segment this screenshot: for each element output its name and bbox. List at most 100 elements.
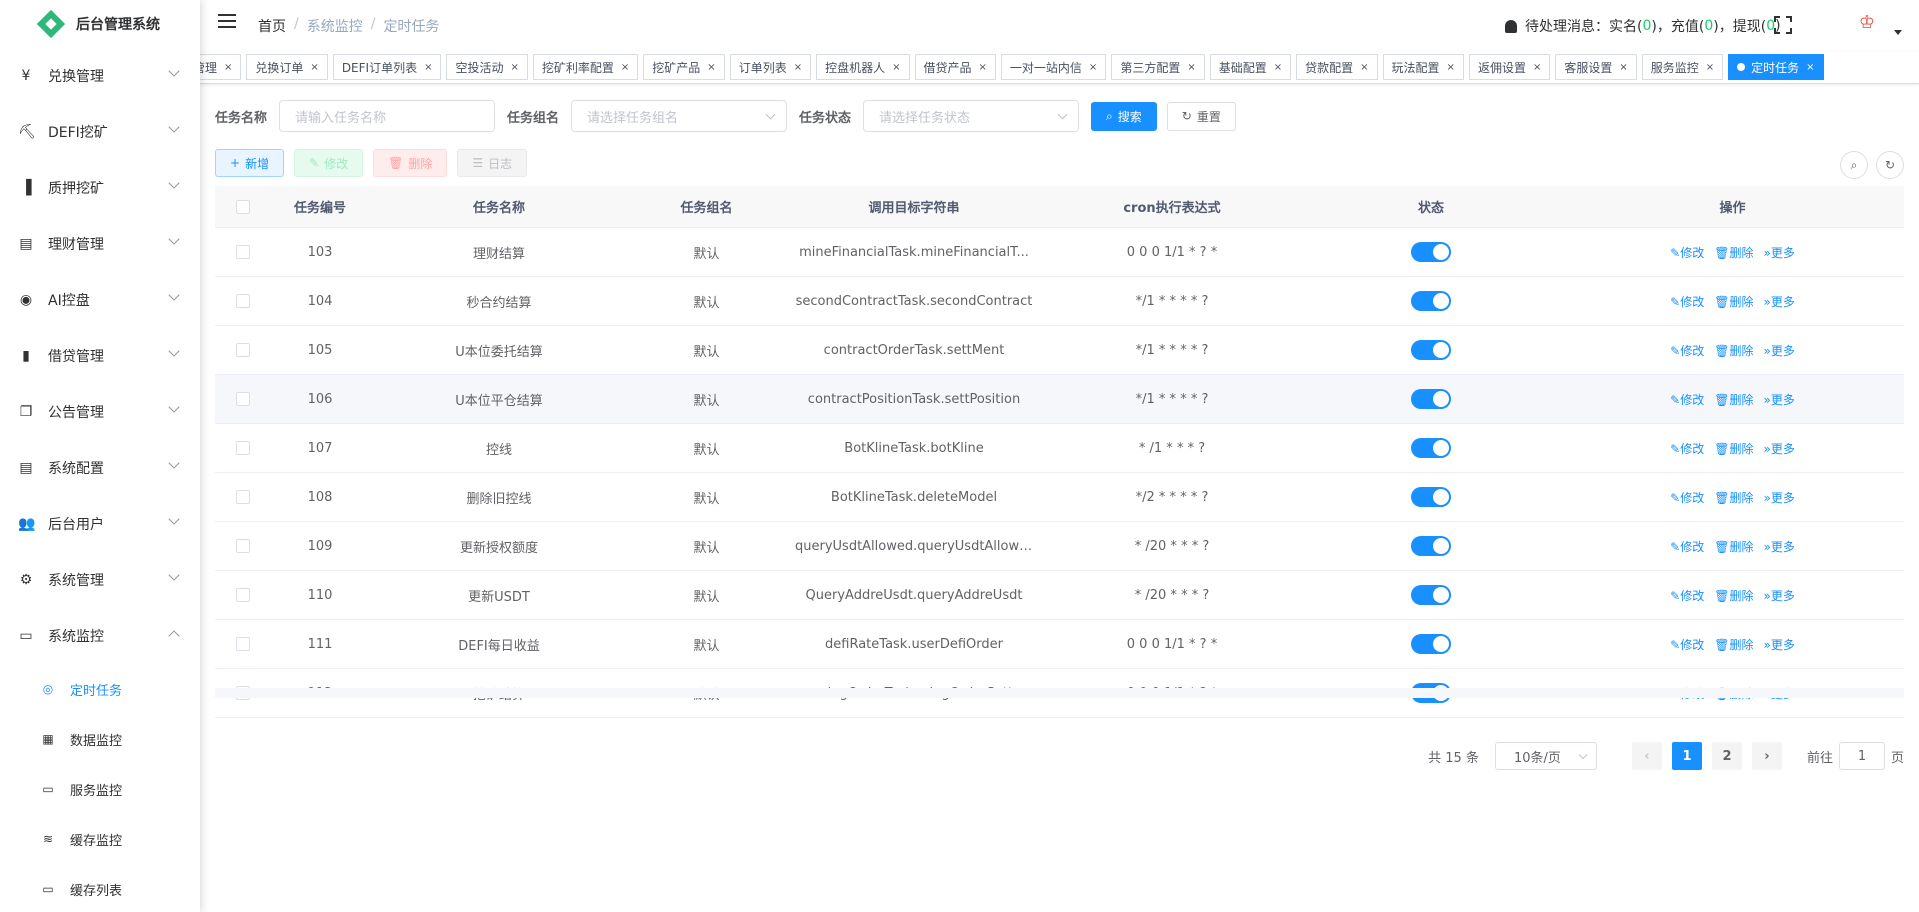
row-checkbox[interactable]	[215, 294, 270, 308]
row-edit-button[interactable]: ✎修改	[1670, 440, 1704, 457]
close-icon[interactable]: ×	[794, 62, 802, 73]
row-delete-button[interactable]: 🗑删除	[1714, 440, 1753, 457]
toggle-search-icon[interactable]: ⌕	[1840, 151, 1868, 179]
row-delete-button[interactable]: 🗑删除	[1714, 293, 1753, 310]
sidebar-subitem[interactable]: ≋ 缓存监控	[0, 814, 200, 864]
realname-count[interactable]: 0	[1642, 18, 1651, 34]
tag-view-item[interactable]: 一对一站内信 ×	[1000, 54, 1107, 80]
log-button[interactable]: ☰ 日志	[457, 149, 528, 177]
status-switch[interactable]	[1411, 242, 1451, 262]
sidebar-item[interactable]: ▐ 质押挖矿	[0, 160, 200, 216]
close-icon[interactable]: ×	[224, 62, 232, 73]
close-icon[interactable]: ×	[424, 62, 432, 73]
sidebar-item[interactable]: ◉ AI控盘	[0, 272, 200, 328]
row-edit-button[interactable]: ✎修改	[1670, 342, 1704, 359]
task-name-input[interactable]: 请输入任务名称	[279, 100, 496, 132]
sidebar-item[interactable]: ⚙ 系统管理	[0, 552, 200, 608]
status-switch[interactable]	[1411, 487, 1451, 507]
row-checkbox[interactable]	[215, 637, 270, 651]
tag-view-item[interactable]: 兑换订单 ×	[246, 54, 328, 80]
row-checkbox[interactable]	[215, 588, 270, 602]
reset-button[interactable]: ↻ 重置	[1166, 101, 1236, 131]
tag-view-item[interactable]: 基础配置 ×	[1209, 54, 1292, 80]
row-edit-button[interactable]: ✎修改	[1670, 391, 1704, 408]
row-checkbox[interactable]	[215, 343, 270, 357]
breadcrumb-home[interactable]: 首页	[258, 16, 286, 36]
page-2-button[interactable]: 2	[1711, 742, 1742, 770]
next-page-button[interactable]: ›	[1751, 742, 1782, 770]
status-switch[interactable]	[1411, 389, 1451, 409]
tag-view-item[interactable]: 订单列表 ×	[729, 54, 812, 80]
close-icon[interactable]: ×	[707, 62, 715, 73]
sidebar-subitem[interactable]: ▭ 缓存列表	[0, 864, 200, 912]
row-more-button[interactable]: »更多	[1763, 489, 1794, 506]
close-icon[interactable]: ×	[1447, 62, 1455, 73]
row-more-button[interactable]: »更多	[1763, 440, 1794, 457]
close-icon[interactable]: ×	[621, 62, 629, 73]
row-edit-button[interactable]: ✎修改	[1670, 538, 1704, 555]
close-icon[interactable]: ×	[310, 62, 318, 73]
row-edit-button[interactable]: ✎修改	[1670, 636, 1704, 653]
status-switch[interactable]	[1411, 585, 1451, 605]
sidebar-item[interactable]: ▤ 系统配置	[0, 440, 200, 496]
row-delete-button[interactable]: 🗑删除	[1714, 538, 1753, 555]
sidebar-subitem[interactable]: ▭ 服务监控	[0, 764, 200, 814]
row-delete-button[interactable]: 🗑删除	[1714, 587, 1753, 604]
status-switch[interactable]	[1411, 536, 1451, 556]
tag-view-item[interactable]: 控盘机器人 ×	[816, 54, 910, 80]
tag-view-item[interactable]: 返佣设置 ×	[1468, 54, 1551, 80]
close-icon[interactable]: ×	[1706, 62, 1714, 73]
tag-view-item[interactable]: 客服设置 ×	[1555, 54, 1637, 80]
tag-view-item[interactable]: DEFI订单列表 ×	[332, 54, 442, 80]
tag-view-item[interactable]: 定时任务 ×	[1728, 54, 1824, 80]
row-more-button[interactable]: »更多	[1763, 636, 1794, 653]
sidebar-item[interactable]: ¥ 兑换管理	[0, 48, 200, 104]
avatar[interactable]: ♔	[1854, 12, 1880, 38]
sidebar-subitem[interactable]: ◎ 定时任务	[0, 664, 200, 714]
prev-page-button[interactable]: ‹	[1631, 742, 1662, 770]
status-switch[interactable]	[1411, 438, 1451, 458]
row-more-button[interactable]: »更多	[1763, 244, 1794, 261]
close-icon[interactable]: ×	[1360, 62, 1368, 73]
row-delete-button[interactable]: 🗑删除	[1714, 244, 1753, 261]
row-edit-button[interactable]: ✎修改	[1670, 587, 1704, 604]
tag-view-item[interactable]: 借贷产品 ×	[914, 54, 996, 80]
row-checkbox[interactable]	[215, 441, 270, 455]
sidebar-item[interactable]: ▮ 借贷管理	[0, 328, 200, 384]
add-button[interactable]: + 新增	[215, 149, 285, 177]
tag-view-item[interactable]: 贷款配置 ×	[1296, 54, 1378, 80]
refresh-icon[interactable]: ↻	[1876, 151, 1904, 179]
edit-button[interactable]: ✎ 修改	[294, 149, 364, 177]
row-more-button[interactable]: »更多	[1763, 293, 1794, 310]
row-checkbox[interactable]	[215, 245, 270, 259]
tag-view-item[interactable]: 管理 ×	[200, 54, 242, 80]
hamburger-icon[interactable]	[218, 14, 236, 30]
page-size-select[interactable]: 10条/页	[1494, 742, 1597, 770]
fullscreen-icon[interactable]	[1774, 16, 1792, 34]
sidebar-item[interactable]: ▭ 系统监控	[0, 608, 200, 664]
row-delete-button[interactable]: 🗑删除	[1714, 342, 1753, 359]
row-checkbox[interactable]	[215, 490, 270, 504]
sidebar-item[interactable]: ▤ 理财管理	[0, 216, 200, 272]
sidebar-item[interactable]: 👥 后台用户	[0, 496, 200, 552]
sidebar-item[interactable]: ❐ 公告管理	[0, 384, 200, 440]
goto-input[interactable]: 1	[1838, 742, 1885, 770]
row-more-button[interactable]: »更多	[1763, 391, 1794, 408]
row-edit-button[interactable]: ✎修改	[1670, 489, 1704, 506]
task-group-select[interactable]: 请选择任务组名	[571, 100, 788, 132]
row-edit-button[interactable]: ✎修改	[1670, 293, 1704, 310]
row-delete-button[interactable]: 🗑删除	[1714, 391, 1753, 408]
row-delete-button[interactable]: 🗑删除	[1714, 489, 1753, 506]
close-icon[interactable]: ×	[510, 62, 518, 73]
search-button[interactable]: ⌕ 搜索	[1091, 101, 1157, 131]
close-icon[interactable]: ×	[1806, 62, 1814, 73]
row-more-button[interactable]: »更多	[1763, 342, 1794, 359]
row-delete-button[interactable]: 🗑删除	[1714, 636, 1753, 653]
close-icon[interactable]: ×	[1187, 62, 1195, 73]
page-1-button[interactable]: 1	[1671, 742, 1702, 770]
close-icon[interactable]: ×	[1533, 62, 1541, 73]
close-icon[interactable]: ×	[892, 62, 900, 73]
tag-view-item[interactable]: 服务监控 ×	[1641, 54, 1724, 80]
tag-view-item[interactable]: 玩法配置 ×	[1382, 54, 1464, 80]
status-switch[interactable]	[1411, 634, 1451, 654]
